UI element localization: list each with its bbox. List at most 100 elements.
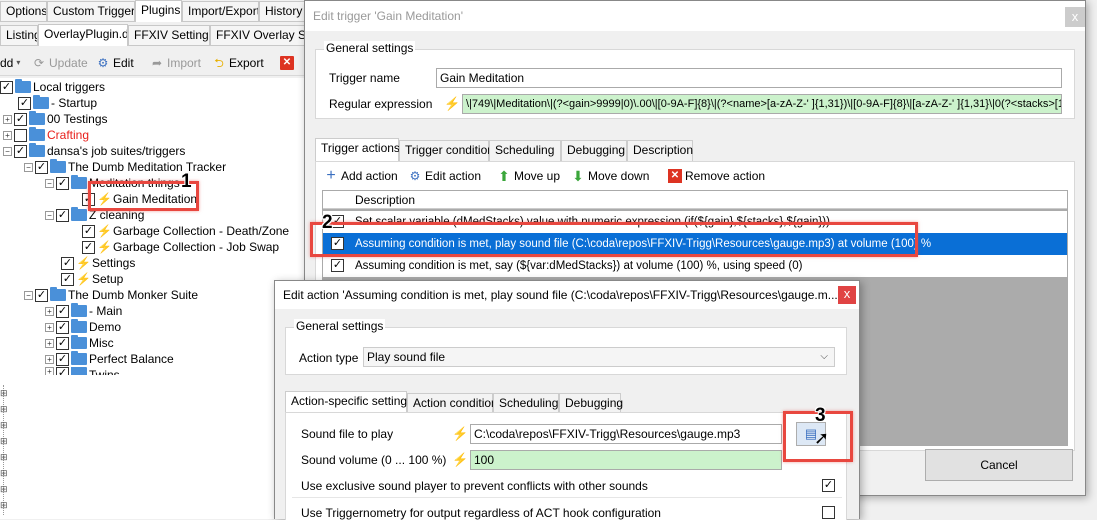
add-action-button[interactable]: + Add action — [324, 167, 398, 185]
collapse-icon[interactable]: − — [24, 162, 33, 172]
lightning-icon[interactable]: ⚡ — [452, 452, 468, 468]
add-button[interactable]: dd ▾ — [0, 54, 20, 72]
tab-trigger-condition[interactable]: Trigger condition — [399, 140, 494, 161]
tab-trigger-actions[interactable]: Trigger actions — [315, 138, 400, 161]
divider — [292, 497, 842, 498]
expand-icon[interactable]: + — [45, 322, 54, 332]
trigger-name-input[interactable]: Gain Meditation — [436, 68, 1062, 88]
edit-action-button[interactable]: ⚙ Edit action — [408, 167, 481, 185]
tree-node[interactable]: − ✓ dansa's job suites/triggers — [3, 143, 185, 159]
tab-plugins[interactable]: Plugins — [135, 0, 182, 22]
move-up-button[interactable]: ⬆ Move up — [497, 167, 560, 185]
import-button[interactable]: ➦ Import — [150, 54, 201, 72]
checkbox[interactable]: ✓ — [35, 160, 48, 174]
checkbox[interactable]: ✓ — [56, 208, 69, 222]
tree-node[interactable]: − ✓ The Dumb Meditation Tracker — [24, 159, 226, 175]
checkbox[interactable]: ✓ — [56, 367, 69, 375]
tree-node[interactable]: + ✓ Perfect Balance — [45, 351, 174, 367]
update-button[interactable]: ⟳ Update — [32, 54, 88, 72]
tree-node[interactable]: + ✓ Demo — [45, 319, 121, 335]
folder-icon — [50, 287, 66, 301]
cancel-button[interactable]: Cancel — [925, 449, 1073, 481]
tree-label: Misc — [89, 336, 114, 350]
tab-history[interactable]: History D — [259, 1, 310, 21]
edit-button[interactable]: ⚙ Edit — [96, 54, 134, 72]
checkbox[interactable]: ✓ — [14, 112, 27, 126]
tree-node[interactable]: − ✓ The Dumb Monker Suite — [24, 287, 198, 303]
tree-node[interactable]: ✓ ⚡ Settings — [61, 255, 135, 271]
tree-label: dansa's job suites/triggers — [47, 144, 186, 158]
tab-action-condition[interactable]: Action condition — [407, 393, 498, 414]
close-icon[interactable]: x — [1065, 7, 1085, 27]
checkbox[interactable]: ✓ — [331, 259, 344, 272]
action-row[interactable]: ✓ Assuming condition is met, say (${var:… — [323, 255, 1067, 277]
tree-node[interactable]: + ✓ 00 Testings — [3, 111, 108, 127]
tab-scheduling[interactable]: Scheduling — [493, 393, 559, 414]
tab-debugging[interactable]: Debugging — [559, 393, 623, 414]
tab-overlayplugin[interactable]: OverlayPlugin.dll — [38, 24, 128, 46]
move-down-button[interactable]: ⬇ Move down — [571, 167, 649, 185]
checkbox[interactable]: ✓ — [14, 144, 27, 158]
close-icon[interactable]: x — [838, 286, 856, 304]
expand-icon[interactable]: + — [45, 354, 54, 364]
collapse-icon[interactable]: − — [24, 290, 33, 300]
tree-node[interactable]: ✓ Local triggers — [0, 79, 105, 95]
checkbox[interactable]: ✓ — [56, 352, 69, 366]
checkbox[interactable]: ✓ — [61, 272, 74, 286]
checkbox[interactable]: ✓ — [18, 96, 31, 110]
collapse-icon[interactable]: − — [45, 210, 54, 220]
checkbox[interactable]: ✓ — [56, 304, 69, 318]
checkbox[interactable]: ✓ — [56, 320, 69, 334]
regex-input[interactable]: \|749\|Meditation\|(?<gain>9999|0)\.00\|… — [462, 94, 1062, 114]
action-type-select[interactable]: Play sound file ⌵ — [363, 347, 835, 367]
tree-node[interactable]: + Crafting — [3, 127, 89, 143]
expand-icon[interactable]: + — [45, 306, 54, 316]
grid-header: Description — [323, 191, 1067, 209]
description-column-header[interactable]: Description — [355, 193, 415, 207]
export-button[interactable]: ⮌ Export — [212, 54, 264, 72]
tab-options[interactable]: Options — [0, 1, 47, 21]
tree-node[interactable]: + ✓ Misc — [45, 335, 114, 351]
collapse-icon[interactable]: − — [45, 178, 54, 188]
checkbox[interactable]: ✓ — [56, 336, 69, 350]
sound-volume-input[interactable]: 100 — [470, 450, 782, 470]
remove-button[interactable]: ✕ — [280, 54, 294, 72]
checkbox[interactable]: ✓ — [35, 288, 48, 302]
tree-node[interactable]: + ✓ Twins — [45, 367, 120, 375]
tree-label: Setup — [92, 272, 124, 286]
tree-node[interactable]: ✓ ⚡ Garbage Collection - Death/Zone — [82, 223, 289, 239]
lightning-icon[interactable]: ⚡ — [444, 96, 460, 112]
collapse-icon[interactable]: − — [3, 146, 12, 156]
expand-icon[interactable]: + — [3, 114, 12, 124]
tab-custom-triggers[interactable]: Custom Triggers — [47, 1, 135, 21]
expand-icon[interactable]: + — [3, 130, 12, 140]
expand-icon[interactable]: + — [45, 338, 54, 348]
tab-scheduling[interactable]: Scheduling — [489, 140, 561, 161]
checkbox[interactable]: ✓ — [0, 80, 13, 94]
triggernometry-output-checkbox[interactable] — [822, 506, 835, 519]
tree-node[interactable]: ✓ ⚡ Garbage Collection - Job Swap — [82, 239, 279, 255]
tree-node[interactable]: ✓ - Startup — [18, 95, 97, 111]
tree-node[interactable]: + ✓ - Main — [45, 303, 122, 319]
lightning-icon[interactable]: ⚡ — [452, 426, 468, 442]
tab-action-specific-settings[interactable]: Action-specific settings — [285, 391, 413, 414]
sound-file-input[interactable]: C:\coda\repos\FFXIV-Trigg\Resources\gaug… — [470, 424, 782, 444]
checkbox[interactable]: ✓ — [82, 240, 95, 254]
tab-listing[interactable]: Listing — [0, 25, 38, 45]
add-action-label: Add action — [341, 169, 398, 183]
checkbox[interactable]: ✓ — [56, 176, 69, 190]
remove-action-button[interactable]: ✕ Remove action — [668, 167, 765, 185]
checkbox[interactable]: ✓ — [82, 224, 95, 238]
folder-icon — [71, 303, 87, 317]
exclusive-player-checkbox[interactable]: ✓ — [822, 479, 835, 492]
tab-ffxiv-settings[interactable]: FFXIV Settings — [128, 25, 210, 45]
expand-icon[interactable]: + — [45, 367, 54, 375]
checkbox[interactable]: ✓ — [61, 256, 74, 270]
tab-description[interactable]: Description — [627, 140, 693, 161]
tree-node[interactable]: ✓ ⚡ Setup — [61, 271, 123, 287]
import-label: Import — [167, 56, 202, 70]
checkbox[interactable] — [14, 128, 27, 142]
tab-debugging[interactable]: Debugging — [561, 140, 627, 161]
tab-import-export[interactable]: Import/Export — [182, 1, 259, 21]
tab-ffxiv-overlay-settings[interactable]: FFXIV Overlay Set — [210, 25, 310, 45]
